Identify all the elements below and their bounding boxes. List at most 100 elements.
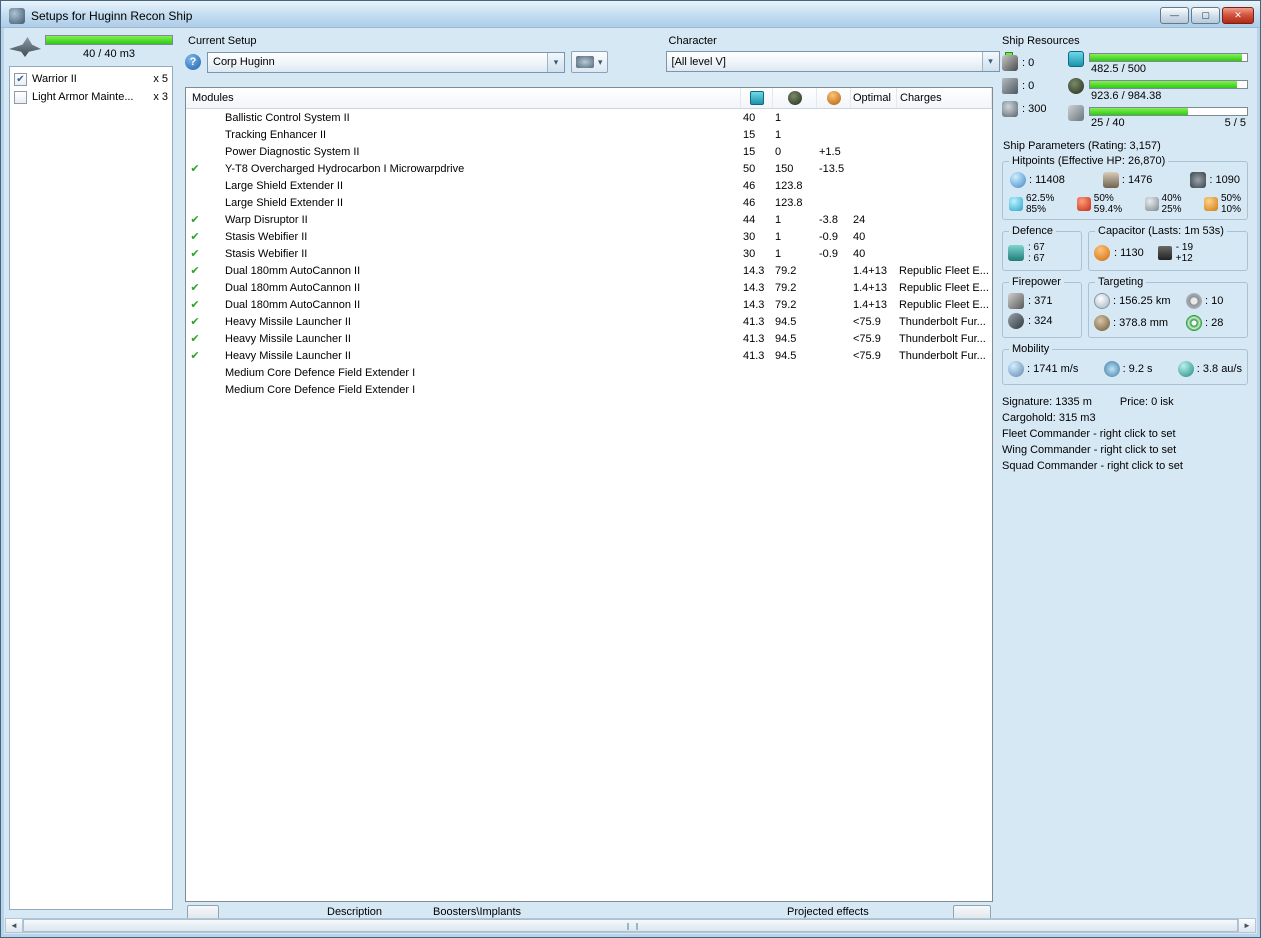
bottom-right-button[interactable] [953, 905, 991, 918]
boosters-implants-tab[interactable]: Boosters\Implants [433, 906, 521, 918]
module-name: Heavy Missile Launcher II [222, 333, 741, 345]
module-row[interactable]: Large Shield Extender II 46 123.8 [186, 194, 992, 211]
client-area: 40 / 40 m3 ✔ Warrior II x 5 Light Armor … [5, 29, 1256, 918]
title-bar[interactable]: Setups for Huginn Recon Ship — ▢ ✕ [1, 1, 1260, 28]
ship-resources-title: Ship Resources [1002, 35, 1248, 47]
ship-icon [576, 56, 594, 68]
drone-checkbox[interactable] [14, 91, 27, 104]
scroll-right-icon[interactable]: ► [1238, 919, 1255, 932]
drone-checkbox[interactable]: ✔ [14, 73, 27, 86]
charges-column-header[interactable]: Charges [897, 88, 992, 108]
projected-effects-tab[interactable]: Projected effects [787, 906, 869, 918]
ship-menu-arrow-icon[interactable]: ▾ [598, 57, 603, 68]
setup-combobox[interactable]: Corp Huginn ▾ [207, 52, 565, 73]
powergrid-column-header[interactable] [773, 88, 817, 108]
module-cpu: 30 [741, 231, 773, 243]
module-row[interactable]: ✔ Stasis Webifier II 30 1 -0.9 40 [186, 245, 992, 262]
help-icon[interactable]: ? [185, 54, 201, 70]
capacitor-drain: - 19 [1176, 242, 1193, 253]
minimize-button[interactable]: — [1160, 7, 1189, 24]
drone-list-item[interactable]: ✔ Warrior II x 5 [12, 70, 170, 88]
module-name: Large Shield Extender II [222, 197, 741, 209]
armor-resist-value: 59.4% [1094, 204, 1122, 215]
powergrid-column-icon [788, 91, 802, 105]
dronebay-usage-text: 25 / 40 [1091, 117, 1125, 129]
module-cpu: 41.3 [741, 316, 773, 328]
ship-menu-button[interactable]: ▾ [571, 51, 608, 73]
hitpoints-group: Hitpoints (Effective HP: 26,870) : 11408… [1002, 155, 1248, 220]
module-cpu: 46 [741, 180, 773, 192]
horizontal-scrollbar[interactable]: ◄ ► [5, 918, 1256, 933]
module-cpu: 41.3 [741, 350, 773, 362]
character-group: Character [All level V] ▾ [666, 35, 1013, 73]
drone-name: Warrior II [32, 73, 77, 85]
defence-value-1: : 67 [1028, 242, 1045, 253]
setup-combobox-arrow-icon[interactable]: ▾ [547, 53, 564, 72]
panel-splitter[interactable] [173, 29, 183, 918]
module-name: Dual 180mm AutoCannon II [222, 299, 741, 311]
fitted-check-icon: ✔ [186, 332, 204, 345]
module-row[interactable]: ✔ Dual 180mm AutoCannon II 14.3 79.2 1.4… [186, 279, 992, 296]
module-powergrid: 1 [773, 112, 817, 124]
defence-title: Defence [1009, 225, 1056, 237]
warp-speed: : 3.8 au/s [1178, 361, 1242, 377]
module-row[interactable]: ✔ Stasis Webifier II 30 1 -0.9 40 [186, 228, 992, 245]
module-row[interactable]: Large Shield Extender II 46 123.8 [186, 177, 992, 194]
module-capacitor: -0.9 [817, 248, 851, 260]
armor-hp-icon [1103, 172, 1119, 188]
drone-list-item[interactable]: Light Armor Mainte... x 3 [12, 88, 170, 106]
cpu-column-header[interactable] [741, 88, 773, 108]
modules-column-header[interactable]: Modules [186, 88, 741, 108]
resist-cell: 50% 59.4% [1077, 193, 1122, 215]
module-row[interactable]: Ballistic Control System II 40 1 [186, 109, 992, 126]
wing-commander-text[interactable]: Wing Commander - right click to set [1002, 442, 1248, 458]
module-row[interactable]: ✔ Dual 180mm AutoCannon II 14.3 79.2 1.4… [186, 262, 992, 279]
maximize-button[interactable]: ▢ [1191, 7, 1220, 24]
shield-resist-value: 50% [1094, 193, 1122, 204]
module-charges: Thunderbolt Fur... [897, 350, 992, 362]
ship-resources-block: : 0 : 0 : 300 [1002, 51, 1248, 132]
module-name: Medium Core Defence Field Extender I [222, 367, 741, 379]
module-row[interactable]: Medium Core Defence Field Extender I [186, 364, 992, 381]
module-powergrid: 123.8 [773, 197, 817, 209]
dps-icon [1008, 313, 1024, 329]
module-cpu: 15 [741, 129, 773, 141]
scroll-left-icon[interactable]: ◄ [6, 919, 23, 932]
resist-cell: 50% 10% [1204, 193, 1241, 215]
module-row[interactable]: ✔ Heavy Missile Launcher II 41.3 94.5 <7… [186, 330, 992, 347]
setup-combobox-value: Corp Huginn [213, 56, 275, 68]
module-row[interactable]: Tracking Enhancer II 15 1 [186, 126, 992, 143]
capacitor-column-header[interactable] [817, 88, 851, 108]
hull-hp-icon [1190, 172, 1206, 188]
module-cpu: 15 [741, 146, 773, 158]
resist-icon [1204, 197, 1218, 211]
capacitor-amount: : 1130 [1114, 247, 1144, 259]
character-combobox[interactable]: [All level V] ▾ [666, 51, 1000, 72]
module-row[interactable]: Medium Core Defence Field Extender I [186, 381, 992, 398]
module-powergrid: 79.2 [773, 265, 817, 277]
module-row[interactable]: ✔ Heavy Missile Launcher II 41.3 94.5 <7… [186, 347, 992, 364]
module-powergrid: 1 [773, 129, 817, 141]
module-row[interactable]: Power Diagnostic System II 15 0 +1.5 [186, 143, 992, 160]
description-tab[interactable]: Description [327, 906, 382, 918]
module-row[interactable]: ✔ Heavy Missile Launcher II 41.3 94.5 <7… [186, 313, 992, 330]
app-icon [9, 8, 25, 24]
module-charges: Republic Fleet E... [897, 299, 992, 311]
fleet-commander-text[interactable]: Fleet Commander - right click to set [1002, 426, 1248, 442]
optimal-column-header[interactable]: Optimal [851, 88, 897, 108]
squad-commander-text[interactable]: Squad Commander - right click to set [1002, 458, 1248, 474]
module-name: Stasis Webifier II [222, 248, 741, 260]
close-button[interactable]: ✕ [1222, 7, 1254, 24]
module-row[interactable]: ✔ Warp Disruptor II 44 1 -3.8 24 [186, 211, 992, 228]
max-targets-icon [1186, 293, 1202, 309]
scrollbar-thumb[interactable] [23, 919, 1238, 932]
capacitor-recharge: +12 [1176, 253, 1193, 264]
module-row[interactable]: ✔ Dual 180mm AutoCannon II 14.3 79.2 1.4… [186, 296, 992, 313]
module-name: Dual 180mm AutoCannon II [222, 282, 741, 294]
module-row[interactable]: ✔ Y-T8 Overcharged Hydrocarbon I Microwa… [186, 160, 992, 177]
module-name: Large Shield Extender II [222, 180, 741, 192]
bottom-left-button[interactable] [187, 905, 219, 918]
module-powergrid: 1 [773, 248, 817, 260]
fitted-check-icon: ✔ [186, 298, 204, 311]
drone-capacity-text: 40 / 40 m3 [45, 48, 173, 60]
